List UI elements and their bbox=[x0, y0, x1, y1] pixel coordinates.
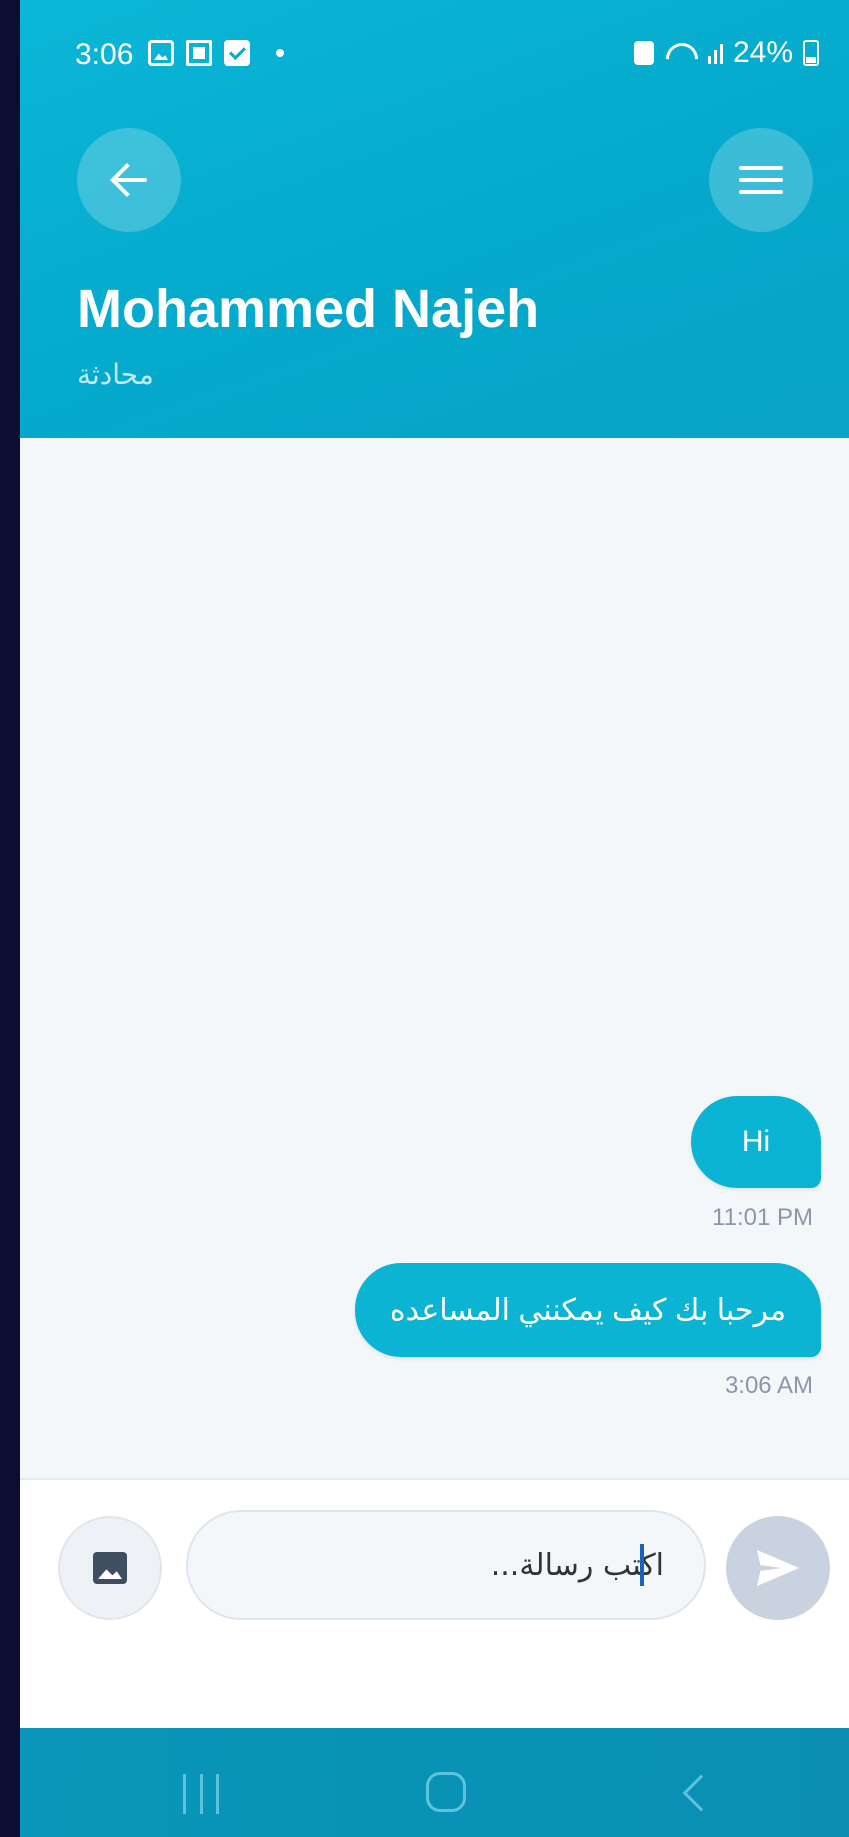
message-time: 11:01 PM bbox=[712, 1204, 813, 1231]
image-icon bbox=[93, 1552, 127, 1584]
signal-icon bbox=[707, 42, 723, 64]
chat-screen: 3:06 24% Mohammed Najeh محادثة Hi 11:01 … bbox=[20, 0, 849, 1837]
status-time: 3:06 bbox=[75, 38, 134, 71]
battery-percent: 24% bbox=[732, 36, 793, 69]
message-composer bbox=[20, 1478, 849, 1728]
message-time: 3:06 AM bbox=[724, 1372, 813, 1399]
checkbox-notification-icon bbox=[224, 40, 250, 66]
battery-icon bbox=[803, 40, 819, 66]
menu-icon bbox=[739, 166, 783, 194]
text-cursor bbox=[640, 1544, 644, 1586]
send-icon bbox=[757, 1550, 799, 1586]
back-button[interactable] bbox=[77, 128, 181, 232]
status-bar: 3:06 24% bbox=[20, 0, 849, 110]
system-navigation-bar bbox=[20, 1728, 849, 1837]
system-status-icons: 24% bbox=[633, 36, 819, 70]
menu-button[interactable] bbox=[709, 128, 813, 232]
wifi-icon bbox=[664, 41, 698, 65]
message-input[interactable] bbox=[186, 1510, 706, 1620]
message-bubble[interactable]: مرحبا بك كيف يمكنني المساعده bbox=[355, 1263, 821, 1357]
conversation-subtitle: محادثة bbox=[77, 359, 154, 390]
message-bubble[interactable]: Hi bbox=[691, 1096, 821, 1188]
more-notifications-dot-icon bbox=[276, 49, 284, 57]
notification-icons bbox=[148, 40, 284, 66]
chat-header: 3:06 24% Mohammed Najeh محادثة bbox=[20, 0, 849, 438]
recent-apps-button[interactable] bbox=[183, 1774, 219, 1814]
system-back-button[interactable] bbox=[682, 1774, 720, 1812]
battery-saver-icon bbox=[633, 41, 654, 65]
back-arrow-icon bbox=[109, 160, 149, 200]
send-button[interactable] bbox=[726, 1516, 830, 1620]
attach-image-button[interactable] bbox=[58, 1516, 162, 1620]
sim-card-icon bbox=[186, 40, 212, 66]
message-list: Hi 11:01 PM مرحبا بك كيف يمكنني المساعده… bbox=[20, 438, 849, 1478]
home-button[interactable] bbox=[426, 1772, 466, 1812]
gallery-notification-icon bbox=[148, 40, 174, 66]
contact-name: Mohammed Najeh bbox=[77, 279, 540, 339]
